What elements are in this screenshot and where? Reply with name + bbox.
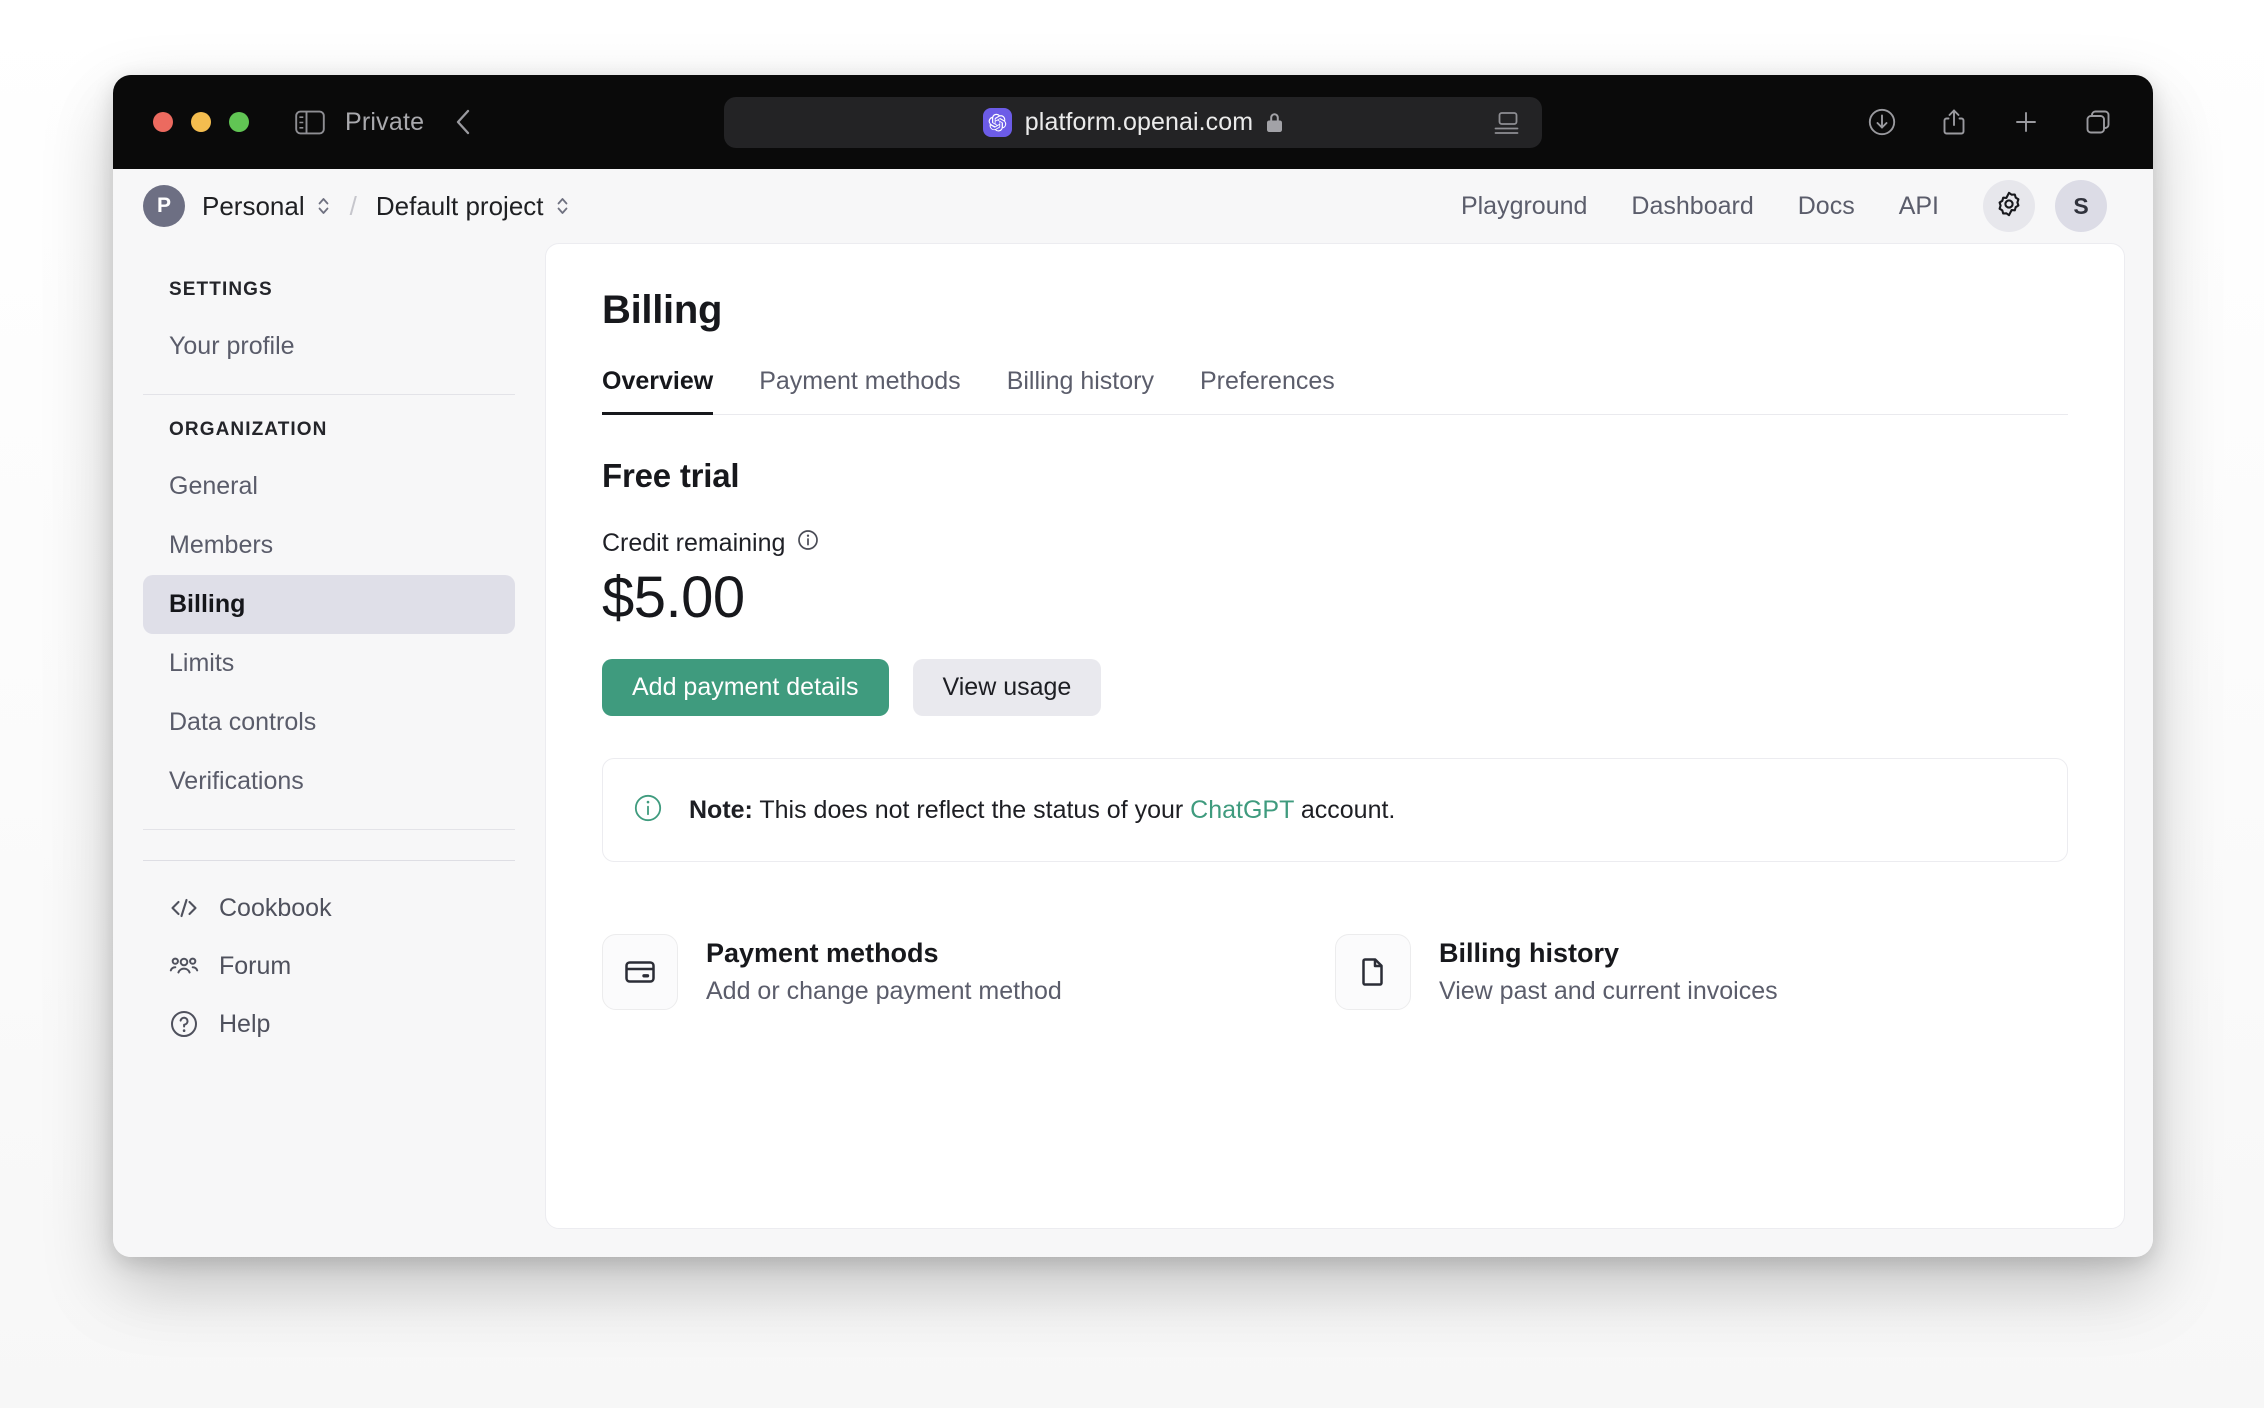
sidebar-item-limits[interactable]: Limits [143,634,515,693]
sidebar-heading-settings: SETTINGS [169,279,273,300]
sidebar-link-cookbook[interactable]: Cookbook [143,879,515,937]
document-icon [1335,934,1411,1010]
app-header: P Personal / Default project Playground … [113,169,2153,243]
sidebar-link-label: Help [219,1009,271,1038]
nav-link-playground[interactable]: Playground [1439,192,1609,221]
tab-billing-history[interactable]: Billing history [1007,367,1154,414]
body-row: SETTINGS Your profile ORGANIZATION Gener… [113,243,2153,1257]
address-bar[interactable]: platform.openai.com [724,97,1542,148]
breadcrumb-separator: / [349,190,357,221]
org-chevron-updown-icon[interactable] [316,195,331,217]
main-panel-wrapper: Billing Overview Payment methods Billing… [545,243,2153,1257]
settings-gear-button[interactable] [1983,180,2035,232]
org-switcher-label[interactable]: Personal [202,191,305,222]
code-brackets-icon [169,893,199,923]
lock-icon [1266,112,1283,133]
window-controls[interactable] [153,112,249,132]
info-circle-icon[interactable] [797,529,819,558]
sidebar-link-label: Cookbook [219,893,332,922]
billing-panel: Billing Overview Payment methods Billing… [545,243,2125,1229]
note-bold-prefix: Note: [689,795,753,824]
primary-nav: Playground Dashboard Docs API S [1439,180,2107,232]
sidebar-item-members[interactable]: Members [143,516,515,575]
credit-card-icon [602,934,678,1010]
url-text: platform.openai.com [1024,108,1254,136]
nav-link-api[interactable]: API [1877,192,1961,221]
screen: Private platform.openai.com P Personal /… [0,0,2264,1408]
sidebar-item-your-profile[interactable]: Your profile [143,317,515,376]
nav-link-docs[interactable]: Docs [1776,192,1877,221]
new-tab-plus-icon[interactable] [2011,107,2041,137]
card-title: Billing history [1439,938,1620,968]
tab-payment-methods[interactable]: Payment methods [759,367,961,414]
breadcrumb: P Personal / Default project [143,185,570,227]
browser-toolbar-actions [1867,107,2113,137]
info-circle-icon [633,793,663,828]
billing-tabs: Overview Payment methods Billing history… [602,367,2068,415]
maximize-window-button[interactable] [229,112,249,132]
credit-remaining-label: Credit remaining [602,529,786,557]
sidebar-link-label: Forum [219,951,292,980]
sidebar-item-data-controls[interactable]: Data controls [143,693,515,752]
reader-view-icon[interactable] [1493,111,1520,135]
credit-amount: $5.00 [602,565,745,630]
people-group-icon [169,951,199,981]
note-text: Note: This does not reflect the status o… [689,796,1395,825]
billing-shortcut-cards: Payment methods Add or change payment me… [602,934,2068,1010]
tab-overview-icon[interactable] [2083,107,2113,137]
sidebar-divider-footer [143,860,515,861]
close-window-button[interactable] [153,112,173,132]
download-icon[interactable] [1867,107,1897,137]
openai-favicon [982,108,1012,137]
sidebar-heading-organization: ORGANIZATION [169,419,328,440]
note-banner: Note: This does not reflect the status o… [602,758,2068,862]
view-usage-button[interactable]: View usage [912,659,1102,716]
plan-title: Free trial [602,457,740,494]
note-text-after: account. [1293,795,1396,824]
settings-sidebar: SETTINGS Your profile ORGANIZATION Gener… [113,243,545,1257]
chatgpt-link[interactable]: ChatGPT [1190,796,1294,824]
app-content: P Personal / Default project Playground … [113,169,2153,1257]
sidebar-item-verifications[interactable]: Verifications [143,752,515,811]
question-circle-icon [169,1009,199,1039]
private-mode-label: Private [345,107,425,136]
sidebar-link-help[interactable]: Help [143,995,515,1053]
card-title: Payment methods [706,938,939,968]
back-chevron-icon[interactable] [452,107,474,137]
sidebar-item-general[interactable]: General [143,457,515,516]
sidebar-divider [143,394,515,395]
minimize-window-button[interactable] [191,112,211,132]
sidebar-item-billing[interactable]: Billing [143,575,515,634]
card-billing-history[interactable]: Billing history View past and current in… [1335,934,2068,1010]
share-icon[interactable] [1939,107,1969,137]
sidebar-divider-lower [143,829,515,830]
nav-link-dashboard[interactable]: Dashboard [1609,192,1775,221]
sidebar-toggle-icon[interactable] [295,110,325,135]
note-text-before: This does not reflect the status of your [752,795,1191,824]
gear-icon [1996,191,2022,222]
add-payment-details-button[interactable]: Add payment details [602,659,889,716]
sidebar-link-forum[interactable]: Forum [143,937,515,995]
browser-titlebar: Private platform.openai.com [113,75,2153,169]
tab-preferences[interactable]: Preferences [1200,367,1335,414]
project-chevron-updown-icon[interactable] [555,195,570,217]
page-title: Billing [602,288,723,332]
billing-actions: Add payment details View usage [602,659,2068,716]
browser-window: Private platform.openai.com P Personal /… [113,75,2153,1257]
card-subtitle: Add or change payment method [706,977,1062,1005]
tab-overview[interactable]: Overview [602,367,714,415]
project-switcher-label[interactable]: Default project [376,191,544,222]
card-payment-methods[interactable]: Payment methods Add or change payment me… [602,934,1335,1010]
credit-remaining-label-row: Credit remaining [602,529,2068,558]
org-avatar: P [143,185,185,227]
card-subtitle: View past and current invoices [1439,977,1778,1005]
user-avatar[interactable]: S [2055,180,2107,232]
